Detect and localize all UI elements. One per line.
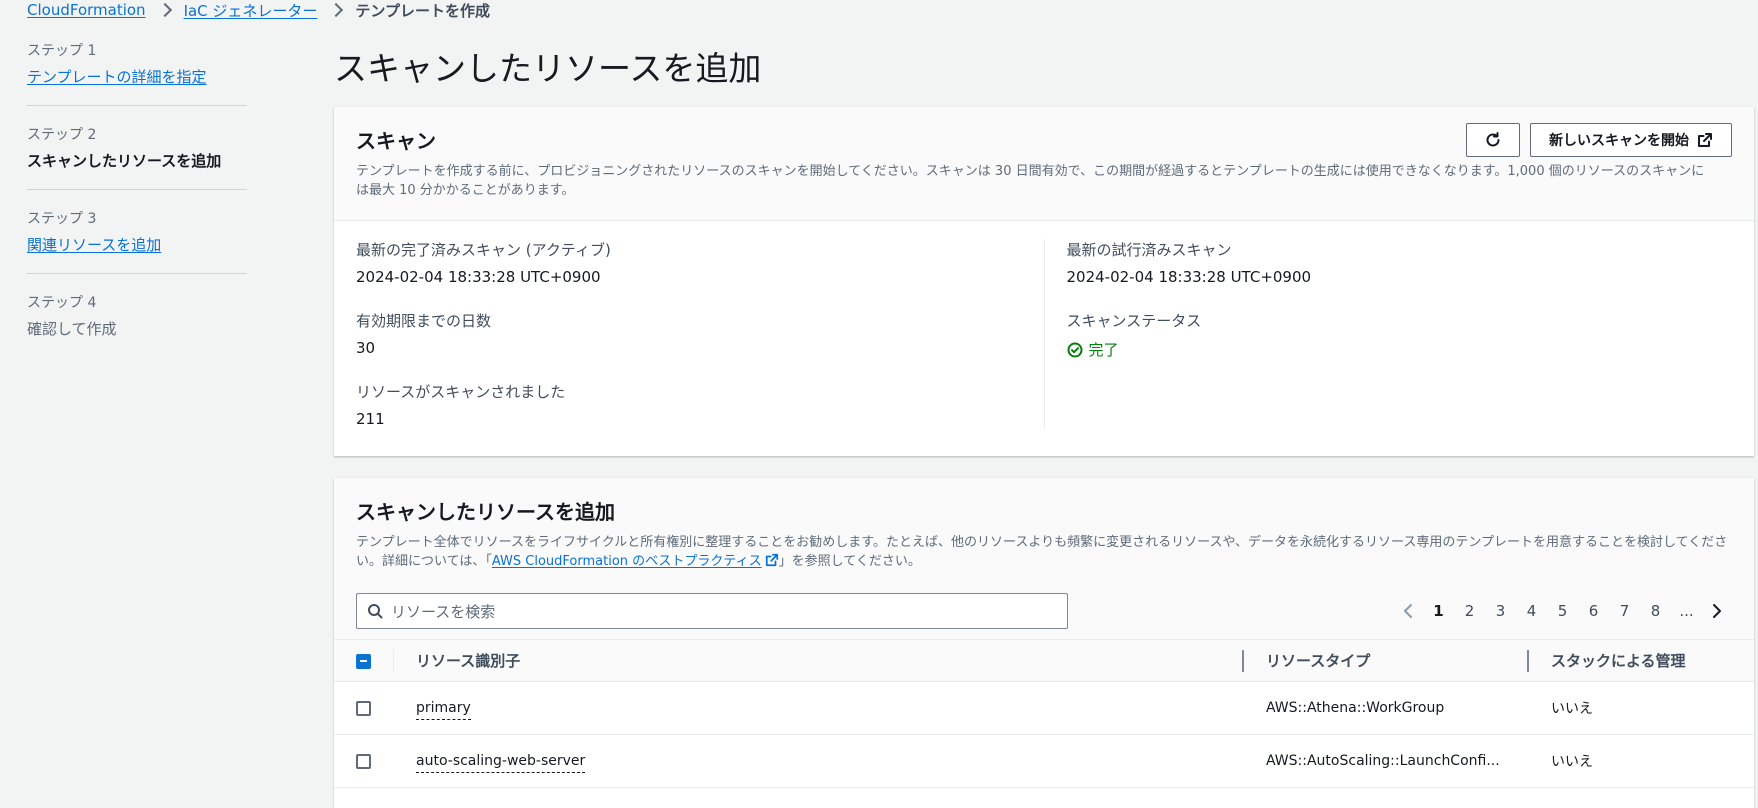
- page-7-button[interactable]: 7: [1609, 602, 1640, 620]
- days-until-expiry: 有効期限までの日数 30: [356, 310, 1022, 357]
- chevron-left-icon: [1404, 604, 1412, 618]
- scan-status-label: スキャンステータス: [1066, 312, 1202, 330]
- scan-actions: 新しいスキャンを開始: [1466, 123, 1732, 157]
- days-until-expiry-label: 有効期限までの日数: [356, 312, 492, 330]
- scan-status-value: 完了: [1067, 339, 1733, 360]
- table-row[interactable]: primary AWS::Athena::WorkGroup いいえ: [334, 681, 1754, 735]
- managed-by-stack-cell: いいえ: [1529, 681, 1754, 735]
- step-link-related-resources[interactable]: 関連リソースを追加: [27, 236, 161, 254]
- resource-id-cell: auto-scaling-web-server: [394, 734, 1244, 788]
- wizard-step-2: ステップ 2 スキャンしたリソースを追加: [27, 124, 247, 190]
- resources-toolbar: リソースを検索 1 2 3 4 5 6 7 8 ...: [334, 583, 1754, 639]
- scan-header: スキャン テンプレートを作成する前に、プロビジョニングされたリソースのスキャンを…: [334, 107, 1754, 221]
- latest-completed-scan: 最新の完了済みスキャン (アクティブ) 2024-02-04 18:33:28 …: [356, 239, 1022, 286]
- wizard-step-3: ステップ 3 関連リソースを追加: [27, 208, 247, 274]
- latest-attempted-scan: 最新の試行済みスキャン 2024-02-04 18:33:28 UTC+0900: [1067, 239, 1733, 286]
- step-link-template-details[interactable]: テンプレートの詳細を指定: [27, 68, 207, 86]
- status-success-icon: [1067, 342, 1082, 357]
- scan-status-text: 完了: [1088, 341, 1119, 359]
- start-new-scan-label: 新しいスキャンを開始: [1549, 132, 1689, 148]
- column-header-resource-type[interactable]: リソースタイプ: [1244, 639, 1529, 682]
- resource-id[interactable]: auto-scaling-web-server: [416, 753, 586, 773]
- resources-scanned: リソースがスキャンされました 211: [356, 381, 1022, 428]
- breadcrumb-current: テンプレートを作成: [355, 1, 490, 20]
- next-page-button[interactable]: [1702, 603, 1732, 619]
- resource-search-placeholder: リソースを検索: [391, 602, 496, 621]
- wizard-step-1: ステップ 1 テンプレートの詳細を指定: [27, 40, 247, 106]
- step-label: ステップ 1: [27, 43, 97, 59]
- scan-details: 最新の完了済みスキャン (アクティブ) 2024-02-04 18:33:28 …: [334, 221, 1754, 446]
- resources-description: テンプレート全体でリソースをライフサイクルと所有権別に整理することをお勧めします…: [356, 533, 1732, 571]
- page-1-button[interactable]: 1: [1423, 602, 1454, 620]
- chevron-right-icon: [329, 2, 344, 18]
- row-checkbox[interactable]: [356, 753, 371, 769]
- row-select-cell: [334, 734, 394, 788]
- resource-type: AWS::AutoScaling::LaunchConfi...: [1266, 753, 1500, 769]
- resources-table: リソース識別子 リソースタイプ スタックによる管理 primary AWS::A…: [334, 639, 1754, 788]
- column-header-resource-id[interactable]: リソース識別子: [394, 639, 1244, 682]
- scanned-resources-container: スキャンしたリソースを追加 テンプレート全体でリソースをライフサイクルと所有権別…: [334, 478, 1754, 808]
- page-ellipsis: ...: [1679, 602, 1694, 620]
- latest-completed-value: 2024-02-04 18:33:28 UTC+0900: [356, 268, 601, 286]
- wizard-steps: ステップ 1 テンプレートの詳細を指定 ステップ 2 スキャンしたリソースを追加…: [27, 40, 247, 375]
- page-6-button[interactable]: 6: [1578, 602, 1609, 620]
- resources-scanned-label: リソースがスキャンされました: [356, 383, 566, 401]
- resource-search-field[interactable]: リソースを検索: [356, 593, 1068, 629]
- scan-status: スキャンステータス 完了: [1067, 310, 1733, 360]
- scan-details-right: 最新の試行済みスキャン 2024-02-04 18:33:28 UTC+0900…: [1067, 239, 1733, 428]
- step-label: ステップ 2: [27, 127, 97, 143]
- breadcrumb-link-cloudformation[interactable]: CloudFormation: [27, 1, 146, 19]
- resources-title: スキャンしたリソースを追加: [356, 500, 615, 524]
- pagination: 1 2 3 4 5 6 7 8 ...: [1393, 593, 1732, 629]
- scan-details-left: 最新の完了済みスキャン (アクティブ) 2024-02-04 18:33:28 …: [356, 239, 1045, 428]
- best-practices-link[interactable]: AWS CloudFormation のベストプラクティス: [491, 553, 779, 569]
- resource-type-cell: AWS::AutoScaling::LaunchConfi...: [1244, 734, 1529, 788]
- table-row[interactable]: auto-scaling-web-server AWS::AutoScaling…: [334, 734, 1754, 788]
- step-label: ステップ 3: [27, 211, 97, 227]
- scan-description: テンプレートを作成する前に、プロビジョニングされたリソースのスキャンを開始してく…: [356, 164, 1705, 198]
- chevron-right-icon: [157, 2, 172, 18]
- table-header-row: リソース識別子 リソースタイプ スタックによる管理: [334, 639, 1754, 682]
- breadcrumb: CloudFormation IaC ジェネレーター テンプレートを作成: [27, 0, 490, 20]
- refresh-icon: [1486, 132, 1500, 147]
- latest-attempted-label: 最新の試行済みスキャン: [1066, 241, 1232, 259]
- chevron-right-icon: [1713, 604, 1721, 618]
- latest-completed-label: 最新の完了済みスキャン (アクティブ): [356, 241, 611, 259]
- refresh-button[interactable]: [1466, 123, 1520, 157]
- resource-id-cell: primary: [394, 681, 1244, 735]
- managed-by-stack-cell: いいえ: [1529, 734, 1754, 788]
- latest-attempted-value: 2024-02-04 18:33:28 UTC+0900: [1066, 268, 1312, 286]
- step-current-add-scanned: スキャンしたリソースを追加: [27, 152, 222, 170]
- external-link-icon: [765, 553, 778, 567]
- page-5-button[interactable]: 5: [1547, 602, 1578, 620]
- step-review-create: 確認して作成: [27, 320, 117, 338]
- column-header-managed-by-stack[interactable]: スタックによる管理: [1529, 639, 1754, 682]
- resource-id[interactable]: primary: [416, 700, 471, 720]
- select-all-cell: [334, 639, 394, 682]
- page-3-button[interactable]: 3: [1485, 602, 1516, 620]
- page-2-button[interactable]: 2: [1454, 602, 1485, 620]
- page-8-button[interactable]: 8: [1640, 602, 1671, 620]
- search-icon: [368, 604, 383, 619]
- step-label: ステップ 4: [27, 295, 97, 311]
- page-title: スキャンしたリソースを追加: [334, 49, 762, 88]
- row-checkbox[interactable]: [356, 700, 371, 716]
- page-4-button[interactable]: 4: [1516, 602, 1547, 620]
- resource-type-cell: AWS::Athena::WorkGroup: [1244, 681, 1529, 735]
- resource-type: AWS::Athena::WorkGroup: [1266, 700, 1445, 716]
- days-until-expiry-value: 30: [356, 339, 376, 357]
- external-link-icon: [1698, 133, 1712, 147]
- best-practices-link-text: AWS CloudFormation のベストプラクティス: [491, 554, 762, 569]
- resources-header: スキャンしたリソースを追加 テンプレート全体でリソースをライフサイクルと所有権別…: [334, 478, 1754, 583]
- select-all-checkbox[interactable]: [356, 653, 371, 669]
- resources-scanned-value: 211: [356, 410, 385, 428]
- previous-page-button[interactable]: [1393, 603, 1423, 619]
- row-select-cell: [334, 681, 394, 735]
- scan-container: スキャン テンプレートを作成する前に、プロビジョニングされたリソースのスキャンを…: [334, 107, 1754, 456]
- resources-description-after: 」を参照してください。: [778, 554, 921, 569]
- breadcrumb-link-iac-generator[interactable]: IaC ジェネレーター: [184, 0, 318, 21]
- wizard-step-4: ステップ 4 確認して作成: [27, 292, 247, 357]
- start-new-scan-button[interactable]: 新しいスキャンを開始: [1530, 123, 1732, 157]
